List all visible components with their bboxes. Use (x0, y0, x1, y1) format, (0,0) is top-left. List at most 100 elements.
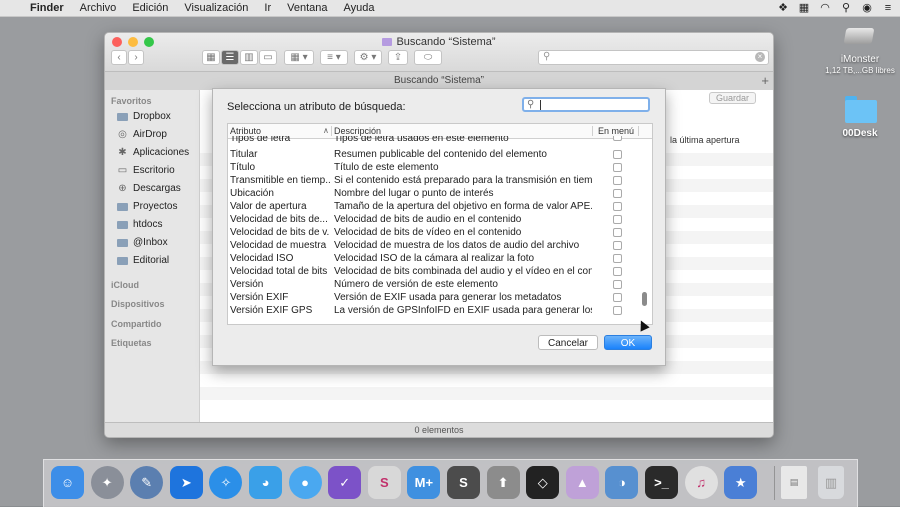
in-menu-checkbox[interactable] (613, 136, 622, 141)
share-button[interactable]: ⇪ (388, 50, 408, 65)
messages-icon[interactable]: ● (288, 466, 322, 499)
safari-icon[interactable]: ✧ (209, 466, 243, 499)
column-header-description[interactable]: Descripción (334, 126, 381, 136)
action-button[interactable]: ⚙ ▾ (354, 50, 382, 65)
list-view-button[interactable]: ☰ (221, 50, 239, 65)
table-row[interactable]: Velocidad de bits de... Velocidad de bits… (228, 214, 640, 227)
tab-search[interactable]: Buscando “Sistema” (394, 75, 484, 86)
sidebar-section-shared[interactable]: Compartido (111, 319, 162, 329)
table-row[interactable]: Transmitible en tiemp... Si el contenido … (228, 175, 640, 188)
column-header-last-open[interactable]: la última apertura (670, 135, 740, 145)
menu-ir[interactable]: Ir (256, 2, 279, 14)
in-menu-checkbox[interactable] (613, 202, 622, 211)
tags-button[interactable]: ⬭ (414, 50, 442, 65)
attribute-search-input[interactable]: ⚲ (522, 97, 650, 112)
in-menu-checkbox[interactable] (613, 150, 622, 159)
sidebar-item-htdocs[interactable]: htdocs (117, 219, 162, 230)
hard-disk-icon[interactable] (843, 22, 877, 50)
screenflow-icon[interactable]: ◇ (526, 466, 560, 499)
spotlight-icon[interactable]: ⚲ (840, 2, 852, 14)
icon-view-button[interactable]: ▦ (202, 50, 220, 65)
table-row[interactable]: Velocidad de muestra Velocidad de muestra… (228, 240, 640, 253)
table-row[interactable]: Título Título de este elemento (228, 162, 640, 175)
sidebar-item-aplicaciones[interactable]: ✱ Aplicaciones (117, 147, 189, 158)
menu-ayuda[interactable]: Ayuda (336, 2, 383, 14)
disk-name[interactable]: iMonster (820, 54, 900, 65)
table-row[interactable]: Versión Número de versión de este element… (228, 279, 640, 292)
column-view-button[interactable]: ▥ (240, 50, 258, 65)
forward-button[interactable]: › (128, 50, 144, 65)
folder-name[interactable]: 00Desk (830, 128, 890, 139)
sequel-icon[interactable]: ◑ (605, 466, 639, 499)
finder-icon[interactable]: ☺ (51, 466, 84, 499)
table-row[interactable]: Velocidad ISO Velocidad ISO de la cámara … (228, 253, 640, 266)
table-row[interactable]: Ubicación Nombre del lugar o punto de int… (228, 188, 640, 201)
sidebar-item-editorial[interactable]: Editorial (117, 255, 169, 266)
column-header-attribute[interactable]: Atributo (230, 126, 261, 136)
sidebar-item-descargas[interactable]: ⊕ Descargas (117, 183, 181, 194)
sidebar-section-icloud[interactable]: iCloud (111, 280, 139, 290)
in-menu-checkbox[interactable] (613, 306, 622, 315)
in-menu-checkbox[interactable] (613, 293, 622, 302)
table-row[interactable]: Titular Resumen publicable del contenido … (228, 149, 640, 162)
clear-search-icon[interactable]: × (755, 52, 765, 62)
cancel-button[interactable]: Cancelar (538, 335, 598, 350)
table-row[interactable]: Velocidad total de bits Velocidad de bits… (228, 266, 640, 279)
omnifocus-icon[interactable]: ✓ (328, 466, 362, 499)
table-row[interactable]: Versión EXIF GPS La versión de GPSInfoIFD… (228, 305, 640, 318)
in-menu-checkbox[interactable] (613, 228, 622, 237)
in-menu-checkbox[interactable] (613, 267, 622, 276)
sidebar-section-tags[interactable]: Etiquetas (111, 338, 152, 348)
sidebar-item-escritorio[interactable]: ▭ Escritorio (117, 165, 175, 176)
sidebar-item-inbox[interactable]: @Inbox (117, 237, 168, 248)
tweetbot-icon[interactable]: ◕ (249, 466, 282, 499)
menu-ventana[interactable]: Ventana (279, 2, 335, 14)
scrollbar-thumb[interactable] (642, 292, 647, 306)
in-menu-checkbox[interactable] (613, 241, 622, 250)
column-header-in-menu[interactable]: En menú (598, 126, 634, 136)
itunes-icon[interactable]: ♫ (684, 466, 718, 499)
preview-icon[interactable]: ✎ (130, 466, 164, 499)
trash-icon[interactable]: ▥ (818, 466, 844, 499)
arrange-button[interactable]: ≡ ▾ (320, 50, 348, 65)
mplus-icon[interactable]: M+ (407, 466, 441, 499)
affinity-icon[interactable]: ▲ (565, 466, 599, 499)
table-row[interactable]: Velocidad de bits de v... Velocidad de bi… (228, 227, 640, 240)
sidebar-item-airdrop[interactable]: ◎ AirDrop (117, 129, 167, 140)
menu-archivo[interactable]: Archivo (72, 2, 125, 14)
in-menu-checkbox[interactable] (613, 280, 622, 289)
sublime-icon[interactable]: S (447, 466, 480, 499)
user-icon[interactable]: ◉ (861, 2, 873, 14)
folder-icon[interactable] (845, 96, 877, 124)
table-row[interactable]: Tipos de letra Tipos de letra usados en e… (228, 136, 640, 146)
grid-icon[interactable]: ▦ (798, 2, 810, 14)
in-menu-checkbox[interactable] (613, 176, 622, 185)
sidebar-item-dropbox[interactable]: Dropbox (117, 111, 171, 122)
documents-stack-icon[interactable]: ▤ (781, 466, 807, 499)
new-tab-button[interactable]: + (761, 72, 769, 90)
notification-center-icon[interactable]: ≡ (882, 2, 894, 14)
save-search-button[interactable]: Guardar (709, 92, 757, 104)
sidebar-item-proyectos[interactable]: Proyectos (117, 201, 177, 212)
transmit-icon[interactable]: ⬆ (486, 466, 520, 499)
ok-button[interactable]: OK (604, 335, 652, 350)
wifi-icon[interactable]: ◠ (819, 2, 831, 14)
menu-app-finder[interactable]: Finder (28, 2, 72, 14)
spark-icon[interactable]: ➤ (169, 466, 203, 499)
dropbox-icon[interactable]: ❖ (777, 2, 789, 14)
in-menu-checkbox[interactable] (613, 189, 622, 198)
vertical-scrollbar[interactable] (642, 140, 648, 322)
sidebar-section-devices[interactable]: Dispositivos (111, 299, 165, 309)
scrivener-icon[interactable]: S (367, 466, 401, 499)
in-menu-checkbox[interactable] (613, 163, 622, 172)
launchpad-icon[interactable]: ✦ (90, 466, 124, 499)
table-row[interactable]: Versión EXIF Versión de EXIF usada para g… (228, 292, 640, 305)
table-row[interactable]: Valor de apertura Tamaño de la apertura d… (228, 201, 640, 214)
menu-edicion[interactable]: Edición (124, 2, 176, 14)
cover-flow-button[interactable]: ▭ (259, 50, 277, 65)
in-menu-checkbox[interactable] (613, 215, 622, 224)
terminal-icon[interactable]: >_ (645, 466, 678, 499)
search-input[interactable]: ⚲ × (538, 50, 769, 65)
group-button[interactable]: ▦ ▾ (284, 50, 314, 65)
imovie-icon[interactable]: ★ (724, 466, 758, 499)
